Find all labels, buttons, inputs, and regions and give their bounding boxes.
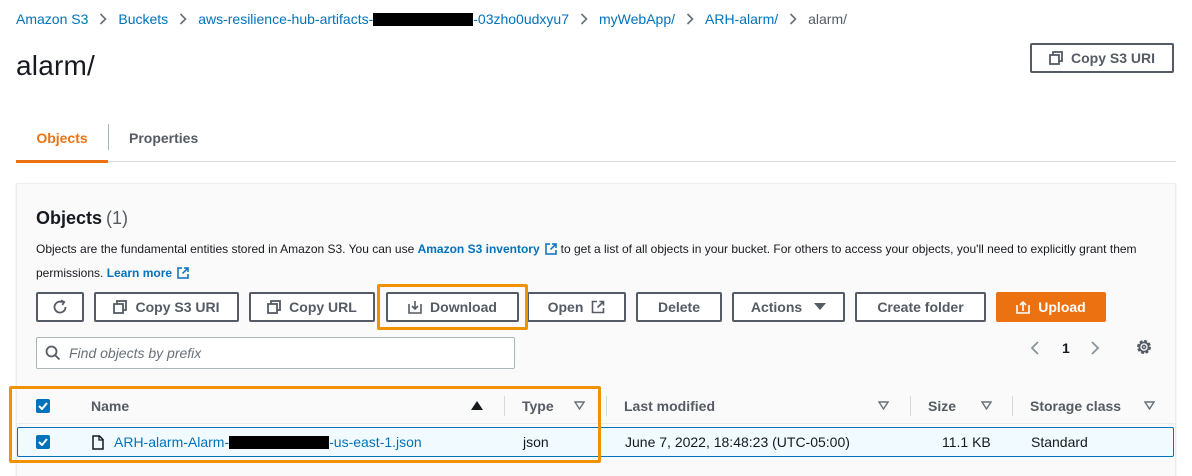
copy-s3-uri-toolbar-label: Copy S3 URI: [135, 299, 220, 315]
copy-url-button[interactable]: Copy URL: [249, 292, 375, 322]
search-icon: [45, 345, 61, 361]
refresh-button[interactable]: [36, 292, 84, 322]
bucket-name-suffix: -03zho0udxyu7: [473, 11, 569, 27]
chevron-right-icon: [580, 13, 588, 25]
upload-button[interactable]: Upload: [996, 292, 1106, 322]
object-storage-class-cell: Standard: [1031, 434, 1088, 450]
breadcrumb-mywebapp[interactable]: myWebApp/: [599, 11, 675, 27]
s3-inventory-link[interactable]: Amazon S3 inventory: [418, 242, 540, 256]
copy-icon: [1049, 51, 1063, 65]
objects-description: Objects are the fundamental entities sto…: [36, 238, 1156, 286]
redaction-block: [373, 13, 474, 26]
pagination: 1: [1030, 337, 1100, 359]
next-page-icon[interactable]: [1090, 340, 1100, 356]
column-header-size[interactable]: Size: [928, 388, 956, 424]
tab-properties[interactable]: Properties: [129, 114, 198, 161]
tab-divider: [108, 124, 109, 150]
copy-s3-uri-button[interactable]: Copy S3 URI: [1030, 43, 1174, 73]
delete-button[interactable]: Delete: [636, 292, 722, 322]
copy-url-label: Copy URL: [289, 299, 357, 315]
breadcrumb: Amazon S3 Buckets aws-resilience-hub-art…: [16, 9, 847, 29]
objects-heading: Objects (1): [36, 208, 128, 229]
chevron-right-icon: [686, 13, 694, 25]
search-box[interactable]: [36, 337, 515, 369]
column-header-last-modified[interactable]: Last modified: [624, 388, 715, 424]
sort-icon[interactable]: [1144, 401, 1155, 410]
download-highlight-box: [377, 284, 528, 330]
copy-icon: [113, 300, 128, 314]
table-highlight-box: [9, 386, 601, 463]
actions-label: Actions: [750, 299, 803, 315]
caret-down-icon: [814, 303, 827, 311]
column-divider: [1012, 396, 1013, 416]
page-title: alarm/: [16, 50, 95, 81]
objects-heading-text: Objects: [36, 208, 103, 228]
page-number[interactable]: 1: [1062, 340, 1070, 356]
open-label: Open: [547, 299, 584, 315]
breadcrumb-current: alarm/: [808, 11, 848, 27]
external-link-icon: [591, 300, 605, 314]
chevron-right-icon: [99, 13, 108, 25]
breadcrumb-amazon-s3[interactable]: Amazon S3: [16, 11, 88, 27]
description-text-1: Objects are the fundamental entities sto…: [36, 242, 415, 256]
refresh-icon: [52, 299, 68, 315]
column-divider: [910, 396, 911, 416]
upload-label: Upload: [1038, 299, 1086, 315]
tabs: Objects Properties: [16, 114, 1176, 163]
open-button[interactable]: Open: [527, 292, 626, 322]
copy-s3-uri-toolbar-button[interactable]: Copy S3 URI: [94, 292, 239, 322]
upload-icon: [1016, 300, 1031, 314]
learn-more-link[interactable]: Learn more: [107, 266, 172, 280]
previous-page-icon[interactable]: [1030, 340, 1040, 356]
breadcrumb-arh-alarm[interactable]: ARH-alarm/: [705, 11, 778, 27]
search-input[interactable]: [69, 345, 499, 361]
external-link-icon: [177, 264, 189, 286]
create-folder-label: Create folder: [877, 299, 964, 315]
copy-icon: [267, 300, 282, 314]
breadcrumb-bucket[interactable]: aws-resilience-hub-artifacts- -03zho0udxy…: [198, 11, 569, 27]
copy-s3-uri-label: Copy S3 URI: [1070, 50, 1155, 66]
tab-objects[interactable]: Objects: [16, 114, 108, 163]
column-divider: [606, 396, 607, 416]
column-header-storage-class[interactable]: Storage class: [1030, 388, 1121, 424]
create-folder-button[interactable]: Create folder: [855, 292, 986, 322]
bucket-name-prefix: aws-resilience-hub-artifacts-: [198, 11, 374, 27]
chevron-right-icon: [179, 13, 187, 25]
breadcrumb-buckets[interactable]: Buckets: [118, 11, 168, 27]
actions-dropdown[interactable]: Actions: [732, 292, 845, 322]
gear-icon[interactable]: [1134, 337, 1154, 357]
sort-icon[interactable]: [878, 401, 889, 410]
sort-icon[interactable]: [981, 401, 992, 410]
objects-count: (1): [106, 208, 129, 228]
object-last-modified-cell: June 7, 2022, 18:48:23 (UTC-05:00): [625, 434, 850, 450]
chevron-right-icon: [789, 13, 797, 25]
delete-label: Delete: [657, 299, 701, 315]
object-size-cell: 11.1 KB: [942, 434, 991, 450]
external-link-icon: [544, 240, 557, 262]
